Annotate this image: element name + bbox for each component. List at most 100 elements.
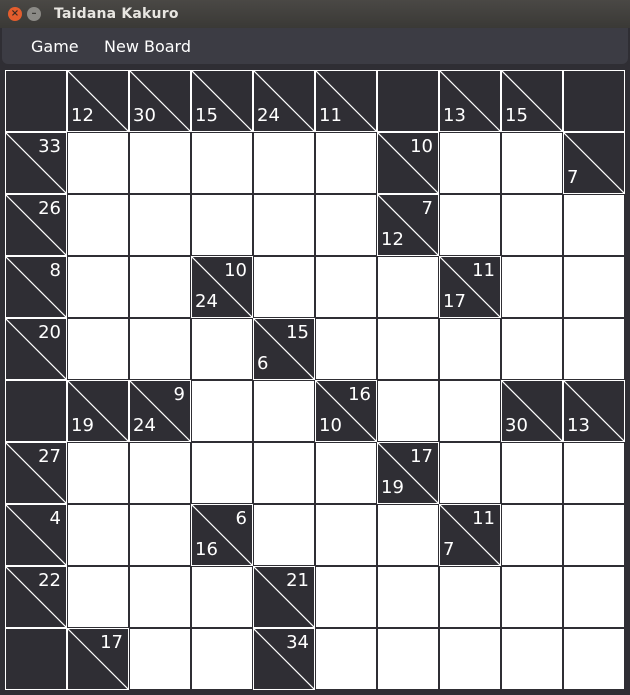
clue-across-sum: 11 [472,508,495,529]
clue-cell: 15 [191,70,253,132]
clue-across-sum: 21 [286,570,309,591]
clue-cell: 34 [253,628,315,690]
minimize-icon[interactable]: – [27,7,41,21]
entry-cell[interactable] [439,194,501,256]
clue-cell: 10 24 [191,256,253,318]
entry-cell[interactable] [501,628,563,690]
entry-cell[interactable] [563,504,625,566]
entry-cell[interactable] [315,194,377,256]
entry-cell[interactable] [377,566,439,628]
entry-cell[interactable] [315,318,377,380]
clue-cell: 15 6 [253,318,315,380]
title-bar: × – Taidana Kakuro [0,0,630,28]
window-title: Taidana Kakuro [54,6,179,22]
clue-cell: 7 [563,132,625,194]
clue-cell: 9 24 [129,380,191,442]
entry-cell[interactable] [377,318,439,380]
entry-cell[interactable] [191,132,253,194]
entry-cell[interactable] [501,256,563,318]
entry-cell[interactable] [377,504,439,566]
entry-cell[interactable] [129,256,191,318]
clue-across-sum: 33 [38,136,61,157]
close-icon[interactable]: × [8,7,22,21]
entry-cell[interactable] [563,318,625,380]
entry-cell[interactable] [191,442,253,504]
entry-cell[interactable] [129,194,191,256]
clue-cell: 19 [67,380,129,442]
entry-cell[interactable] [67,318,129,380]
entry-cell[interactable] [377,256,439,318]
clue-down-sum: 24 [257,105,280,126]
entry-cell[interactable] [439,628,501,690]
entry-cell[interactable] [439,318,501,380]
entry-cell[interactable] [563,256,625,318]
clue-cell: 26 [5,194,67,256]
entry-cell[interactable] [501,132,563,194]
entry-cell[interactable] [315,132,377,194]
entry-cell[interactable] [67,256,129,318]
entry-cell[interactable] [563,628,625,690]
entry-cell[interactable] [253,256,315,318]
entry-cell[interactable] [129,628,191,690]
clue-cell: 33 [5,132,67,194]
entry-cell[interactable] [315,504,377,566]
clue-cell: 11 7 [439,504,501,566]
entry-cell[interactable] [191,194,253,256]
entry-cell[interactable] [315,256,377,318]
entry-cell[interactable] [439,132,501,194]
entry-cell[interactable] [67,194,129,256]
entry-cell[interactable] [67,566,129,628]
entry-cell[interactable] [563,566,625,628]
entry-cell[interactable] [501,504,563,566]
blank-block-cell [377,70,439,132]
clue-cell: 15 [501,70,563,132]
entry-cell[interactable] [377,380,439,442]
entry-cell[interactable] [191,380,253,442]
clue-across-sum: 27 [38,446,61,467]
entry-cell[interactable] [439,380,501,442]
entry-cell[interactable] [501,318,563,380]
menu-new-board[interactable]: New Board [104,37,191,56]
clue-across-sum: 16 [348,384,371,405]
entry-cell[interactable] [501,442,563,504]
entry-cell[interactable] [563,194,625,256]
entry-cell[interactable] [67,132,129,194]
entry-cell[interactable] [129,132,191,194]
entry-cell[interactable] [129,566,191,628]
entry-cell[interactable] [67,504,129,566]
entry-cell[interactable] [377,628,439,690]
entry-cell[interactable] [191,318,253,380]
entry-cell[interactable] [253,132,315,194]
clue-cell: 17 [67,628,129,690]
clue-across-sum: 20 [38,322,61,343]
entry-cell[interactable] [439,566,501,628]
clue-cell: 20 [5,318,67,380]
entry-cell[interactable] [501,566,563,628]
clue-cell: 12 [67,70,129,132]
clue-cell: 16 10 [315,380,377,442]
entry-cell[interactable] [253,442,315,504]
clue-cell: 22 [5,566,67,628]
entry-cell[interactable] [253,504,315,566]
entry-cell[interactable] [129,504,191,566]
clue-across-sum: 7 [421,198,433,219]
entry-cell[interactable] [191,628,253,690]
clue-down-sum: 24 [195,291,218,312]
entry-cell[interactable] [67,442,129,504]
entry-cell[interactable] [315,628,377,690]
entry-cell[interactable] [439,442,501,504]
menu-game[interactable]: Game [31,37,79,56]
clue-down-sum: 19 [71,415,94,436]
entry-cell[interactable] [315,566,377,628]
entry-cell[interactable] [253,380,315,442]
entry-cell[interactable] [129,318,191,380]
clue-down-sum: 7 [443,539,455,560]
entry-cell[interactable] [253,194,315,256]
entry-cell[interactable] [563,442,625,504]
entry-cell[interactable] [315,442,377,504]
clue-across-sum: 17 [100,632,123,653]
entry-cell[interactable] [191,566,253,628]
clue-cell: 21 [253,566,315,628]
entry-cell[interactable] [129,442,191,504]
entry-cell[interactable] [501,194,563,256]
